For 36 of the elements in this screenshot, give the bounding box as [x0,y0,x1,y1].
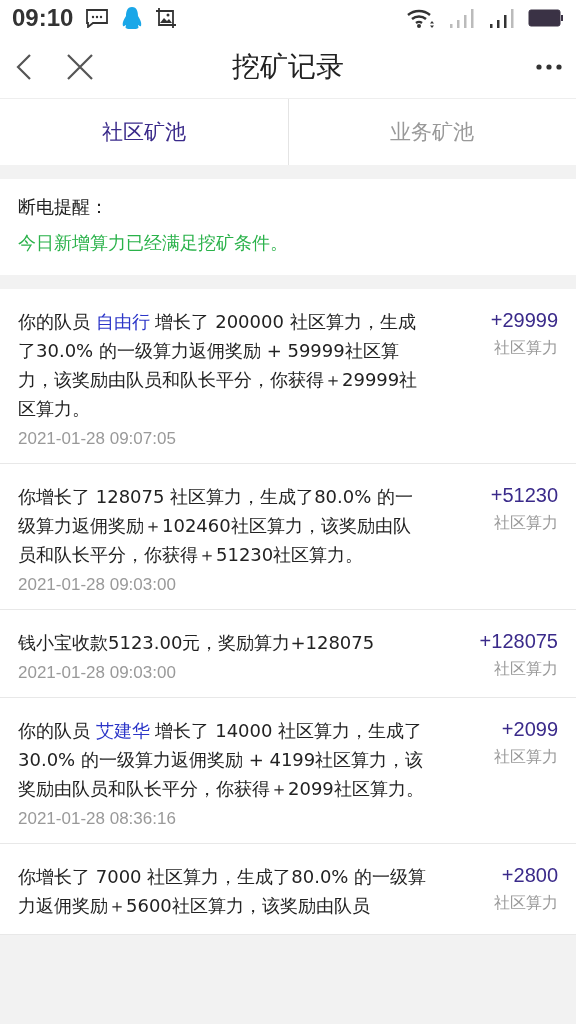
record-text: 你增长了 7000 社区算力，生成了80.0% 的一级算力返佣奖励＋5600社区算力，该奖励由队员 [18,865,428,918]
penguin-icon [121,6,144,30]
wifi-icon [406,7,436,29]
record-amount: +29999 [490,309,558,332]
record-unit: 社区算力 [494,747,558,768]
member-link[interactable]: 艾建华 [95,720,150,741]
record-unit: 社区算力 [494,338,558,359]
tab[interactable]: 社区矿池 [0,99,289,165]
record-unit: 社区算力 [494,893,558,914]
status-time: 09:10 [12,4,74,32]
record-unit: 社区算力 [494,513,558,534]
page-title: 挖矿记录 [232,49,344,85]
notice-message: 今日新增算力已经满足挖矿条件。 [18,231,289,255]
notice-title: 断电提醒： [18,195,109,219]
record-time: 2021-01-28 09:03:00 [18,575,176,595]
record-time: 2021-01-28 08:36:16 [18,809,176,829]
signal-icon [488,7,516,29]
record-time: 2021-01-28 09:03:00 [18,663,176,683]
message-icon [85,8,110,28]
back-icon [14,53,34,81]
more-icon [536,64,562,70]
signal-icon [448,7,476,29]
record-text: 你增长了 128075 社区算力，生成了80.0% 的一级算力返佣奖励＋102460社区算力，该奖励由队员和队长平分，你获得＋51230社区算力。 [18,485,415,567]
record-text: 钱小宝收款5123.00元，奖励算力+128075 [18,631,376,655]
record-unit: 社区算力 [494,659,558,680]
record-amount: +51230 [490,484,558,507]
member-link[interactable]: 自由行 [95,311,150,332]
record-time: 2021-01-28 09:07:05 [18,429,176,449]
record-text: 你的队员 自由行 增长了 200000 社区算力，生成了30.0% 的一级算力返佣奖励 + 59999社区算力，该奖励由队员和队长平分，你获得＋29999社区算力。 [18,310,419,421]
record-amount: +128075 [479,630,558,653]
battery-icon [528,8,564,28]
close-icon [66,53,94,81]
record-amount: +2099 [501,718,558,741]
record-text: 你的队员 艾建华 增长了 14000 社区算力，生成了30.0% 的一级算力返佣奖励 + 4199社区算力，该奖励由队员和队长平分，你获得＋2099社区算力。 [18,719,425,801]
image-icon [155,7,178,29]
record-amount: +2800 [501,864,558,887]
